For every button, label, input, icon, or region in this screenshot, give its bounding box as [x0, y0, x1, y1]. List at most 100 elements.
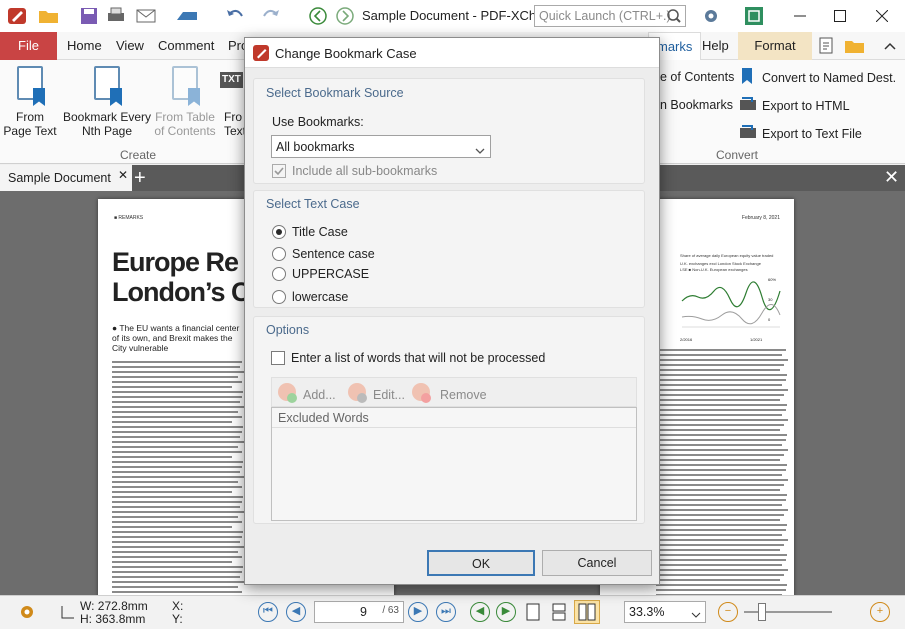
tab-help[interactable]: Help: [694, 32, 737, 60]
bookmark-every-nth-page-button[interactable]: Bookmark Every Nth Page: [62, 66, 152, 138]
maximize-button[interactable]: [820, 4, 860, 28]
app-icon[interactable]: [6, 6, 28, 26]
excluded-header-label: Excluded Words: [278, 411, 369, 425]
minimize-button[interactable]: [780, 4, 820, 28]
radio-lowercase[interactable]: lowercase: [272, 290, 348, 304]
add-label: Add...: [303, 387, 336, 402]
add-word-button[interactable]: Add...: [276, 382, 336, 407]
from-text-button[interactable]: TXT Fro Text: [218, 66, 244, 138]
ok-button[interactable]: OK: [427, 550, 535, 576]
named-dest-icon: [738, 66, 758, 89]
text-line: [112, 396, 242, 398]
previous-page-button[interactable]: ◀: [286, 602, 306, 622]
tab-view[interactable]: View: [108, 32, 152, 60]
tab-home[interactable]: Home: [59, 32, 110, 60]
text-line: [656, 399, 780, 401]
text-line: [656, 364, 784, 366]
email-icon[interactable]: [132, 6, 162, 26]
zoom-slider[interactable]: [744, 603, 832, 621]
forward-view-button[interactable]: ▶: [496, 602, 516, 622]
settings-gear-icon[interactable]: [694, 5, 728, 27]
collapse-ribbon-icon[interactable]: [880, 35, 900, 57]
chart-date-end: 1/2021: [750, 337, 763, 342]
fullscreen-icon[interactable]: [742, 5, 766, 27]
text-line: [112, 376, 238, 378]
save-icon[interactable]: [78, 6, 100, 26]
text-line: [112, 481, 238, 483]
export-text-file-button[interactable]: Export to Text File: [738, 122, 862, 145]
excluded-toolbar: Add... Edit... Remove: [271, 377, 637, 407]
mini-line-chart: [681, 281, 781, 328]
export-html-button[interactable]: Export to HTML: [738, 94, 850, 117]
facing-pages-icon[interactable]: [574, 600, 600, 624]
from-table-of-contents-button[interactable]: From Table of Contents: [152, 66, 218, 138]
first-page-button[interactable]: ⏮: [258, 602, 278, 622]
close-all-tabs-icon[interactable]: ✕: [884, 167, 899, 188]
chart-date-start: 2/2016: [680, 337, 693, 342]
continuous-page-icon[interactable]: [548, 601, 570, 623]
close-window-button[interactable]: [862, 4, 902, 28]
cancel-button[interactable]: Cancel: [542, 550, 652, 576]
redo-icon[interactable]: [256, 6, 286, 26]
page-number-input[interactable]: 9 / 63: [314, 601, 404, 623]
scan-icon[interactable]: [170, 6, 206, 26]
radio-sentence-case[interactable]: Sentence case: [272, 247, 375, 261]
lowercase-label: lowercase: [292, 290, 349, 304]
convert-named-dest-button[interactable]: Convert to Named Dest.: [738, 66, 896, 89]
toc-icon: [168, 66, 202, 106]
from-page-text-button[interactable]: From Page Text: [2, 66, 58, 138]
include-sub-bookmarks-checkbox[interactable]: Include all sub-bookmarks: [272, 164, 437, 178]
text-line: [656, 494, 787, 496]
edit-label: Edit...: [373, 387, 405, 402]
undo-icon[interactable]: [220, 6, 250, 26]
tab-file[interactable]: File: [0, 32, 57, 60]
table-of-contents-item[interactable]: e of Contents: [660, 70, 734, 84]
dialog-app-icon: [253, 45, 269, 64]
forward-nav-icon[interactable]: [334, 5, 356, 27]
text-line: [112, 426, 243, 428]
use-bookmarks-label: Use Bookmarks:: [272, 115, 364, 129]
add-icon: [276, 382, 300, 407]
edit-word-button[interactable]: Edit...: [346, 382, 405, 407]
text-line: [112, 446, 238, 448]
search-icon: [666, 8, 682, 27]
new-tab-button[interactable]: +: [134, 165, 146, 191]
quick-launch-input[interactable]: Quick Launch (CTRL+.): [534, 5, 686, 27]
single-page-icon[interactable]: [522, 601, 544, 623]
text-line: [656, 414, 782, 416]
sentence-case-label: Sentence case: [292, 247, 375, 261]
radio-title-case[interactable]: Title Case: [272, 225, 348, 239]
status-settings-icon[interactable]: [10, 600, 44, 624]
back-nav-icon[interactable]: [307, 5, 329, 27]
tab-comment[interactable]: Comment: [150, 32, 222, 60]
close-tab-icon[interactable]: ✕: [118, 168, 128, 182]
open-folder-icon[interactable]: [36, 6, 62, 26]
lede-line-1: ● The EU wants a financial center: [112, 323, 240, 333]
enter-list-checkbox[interactable]: Enter a list of words that will not be p…: [271, 351, 545, 365]
zoom-select[interactable]: 33.3%: [624, 601, 706, 623]
use-bookmarks-select[interactable]: All bookmarks: [271, 135, 491, 158]
back-view-button[interactable]: ◀: [470, 602, 490, 622]
text-line: [656, 404, 787, 406]
folder-tool-icon[interactable]: [842, 35, 868, 57]
excluded-words-header: Excluded Words: [272, 408, 636, 428]
print-icon[interactable]: [104, 6, 128, 26]
zoom-slider-thumb[interactable]: [758, 603, 766, 621]
uppercase-label: UPPERCASE: [292, 267, 370, 281]
export-html-icon: [738, 94, 758, 117]
document-tab[interactable]: Sample Document ✕: [0, 165, 132, 191]
zoom-in-button[interactable]: +: [870, 602, 890, 622]
text-line: [112, 461, 243, 463]
tab-format[interactable]: Format: [738, 32, 812, 60]
bookmarks-item[interactable]: n Bookmarks: [660, 98, 733, 112]
next-page-button[interactable]: ▶: [408, 602, 428, 622]
text-line: [656, 589, 786, 591]
excluded-words-list[interactable]: Excluded Words: [271, 407, 637, 521]
format-tool-icon[interactable]: [814, 35, 840, 57]
last-page-button[interactable]: ⏭: [436, 602, 456, 622]
zoom-out-button[interactable]: −: [718, 602, 738, 622]
remove-word-button[interactable]: Remove: [410, 382, 487, 407]
text-line: [112, 546, 244, 548]
text-line: [112, 366, 240, 368]
radio-uppercase[interactable]: UPPERCASE: [272, 267, 369, 281]
